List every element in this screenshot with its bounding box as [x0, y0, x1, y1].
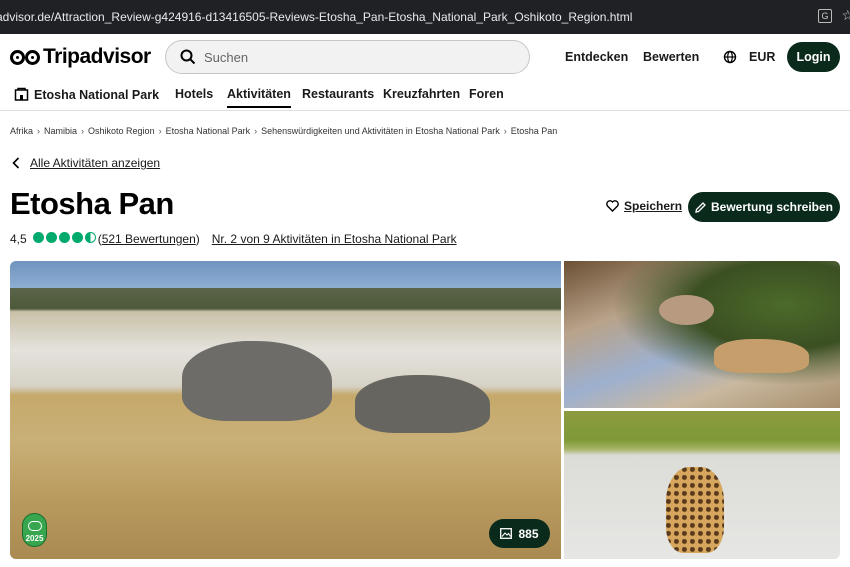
rating-row: 4,5 (521 Bewertungen) Nr. 2 von 9 Aktivi…: [10, 232, 457, 246]
rating-bubble-icon: [71, 232, 83, 243]
chevron-right-icon: ›: [37, 126, 41, 136]
photo-lions[interactable]: [564, 261, 840, 408]
review-count-close: ): [195, 232, 200, 246]
nav-review[interactable]: Bewerten: [643, 50, 699, 64]
tab-activities[interactable]: Aktivitäten: [227, 87, 291, 108]
save-button[interactable]: Speichern: [606, 199, 682, 213]
search-icon: [180, 49, 196, 65]
write-review-label: Bewertung schreiben: [710, 200, 834, 214]
tab-restaurants[interactable]: Restaurants: [302, 87, 374, 101]
leopard-shape: [666, 467, 724, 553]
chevron-right-icon: ›: [81, 126, 85, 136]
photo-count-button[interactable]: 885: [489, 519, 550, 548]
globe-icon[interactable]: [723, 50, 737, 64]
review-count: 521 Bewertungen: [101, 232, 196, 246]
tripadvisor-logo[interactable]: Tripadvisor: [10, 45, 151, 69]
currency-selector[interactable]: EUR: [749, 50, 775, 64]
ranking-link[interactable]: Nr. 2 von 9 Aktivitäten in Etosha Nation…: [212, 232, 457, 246]
heart-icon: [606, 200, 619, 212]
review-count-link[interactable]: (521 Bewertungen): [98, 232, 212, 246]
save-button-label: Speichern: [624, 199, 683, 213]
nav-explore[interactable]: Entdecken: [565, 50, 628, 64]
tab-cruises[interactable]: Kreuzfahrten: [383, 87, 460, 101]
chevron-right-icon: ›: [503, 126, 507, 136]
pencil-icon: [695, 201, 706, 213]
write-review-button[interactable]: Bewertung schreiben: [688, 192, 840, 222]
back-link[interactable]: Alle Aktivitäten anzeigen: [12, 156, 160, 170]
search-box[interactable]: [165, 40, 530, 74]
owl-badge-icon: [27, 521, 42, 531]
rating-bubble-icon: [45, 232, 57, 243]
rating-bubbles: [32, 232, 98, 246]
chevron-left-icon: [12, 157, 20, 169]
chevron-right-icon: ›: [254, 126, 258, 136]
place-name: Etosha National Park: [34, 87, 160, 102]
breadcrumb-item[interactable]: Oshikoto Region: [88, 126, 155, 136]
tab-forums[interactable]: Foren: [469, 87, 504, 101]
breadcrumb-item[interactable]: Etosha National Park: [166, 126, 251, 136]
rating-half-bubble-icon: [84, 232, 96, 243]
main-photo-elephants[interactable]: 2025 885: [10, 261, 561, 559]
browser-address-bar[interactable]: advisor.de/Attraction_Review-g424916-d13…: [0, 0, 850, 34]
breadcrumb: Afrika › Namibia › Oshikoto Region › Etosha Na…: [10, 126, 557, 136]
breadcrumb-item[interactable]: Sehenswürdigkeiten und Aktivitäten in Et…: [261, 126, 500, 136]
breadcrumb-item[interactable]: Namibia: [44, 126, 77, 136]
bookmark-star-icon[interactable]: ☆: [841, 7, 850, 24]
tab-hotels[interactable]: Hotels: [175, 87, 213, 101]
elephant-shape: [182, 341, 332, 421]
category-nav: Etosha National Park Hotels Aktivitäten …: [0, 80, 850, 111]
chevron-right-icon: ›: [158, 126, 162, 136]
badge-year: 2025: [25, 534, 44, 543]
rating-bubble-icon: [32, 232, 44, 243]
translate-icon[interactable]: G: [818, 9, 832, 23]
nav-place-home[interactable]: Etosha National Park: [14, 87, 159, 102]
map-pin-building-icon: [14, 87, 29, 101]
login-button[interactable]: Login: [787, 42, 840, 72]
elephant-shape: [355, 375, 490, 433]
breadcrumb-current[interactable]: Etosha Pan: [511, 126, 558, 136]
back-link-label: Alle Aktivitäten anzeigen: [30, 156, 161, 170]
url-text[interactable]: advisor.de/Attraction_Review-g424916-d13…: [0, 10, 632, 24]
breadcrumb-item[interactable]: Afrika: [10, 126, 33, 136]
image-icon: [500, 528, 513, 539]
logo-text: Tripadvisor: [43, 45, 151, 68]
top-navigation: Tripadvisor Entdecken Bewerten EUR Login: [0, 34, 850, 80]
owl-logo-icon: [10, 49, 40, 65]
photo-count: 885: [518, 526, 539, 541]
lion-shape: [714, 339, 809, 373]
rating-bubble-icon: [58, 232, 70, 243]
travelers-choice-badge: 2025: [22, 513, 47, 547]
rating-score: 4,5: [10, 232, 27, 246]
page-title: Etosha Pan: [10, 186, 174, 221]
lion-shape: [659, 295, 714, 325]
photo-leopard[interactable]: [564, 411, 840, 559]
search-input[interactable]: [204, 49, 504, 65]
